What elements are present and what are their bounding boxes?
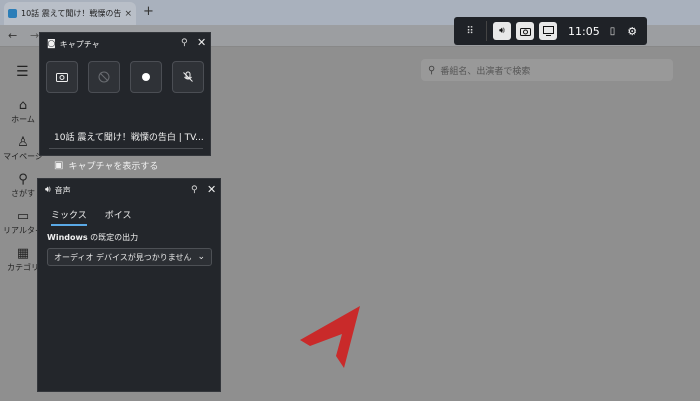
new-tab-button[interactable]: +: [143, 4, 154, 19]
show-captures-label: キャプチャを表示する: [68, 162, 159, 172]
show-captures-link[interactable]: ▣ キャプチャを表示する: [54, 159, 158, 172]
forward-button[interactable]: →: [30, 29, 39, 42]
output-device-value: オーディオ デバイスが見つかりません: [54, 252, 192, 262]
start-recording-button[interactable]: [130, 61, 162, 93]
back-button[interactable]: ←: [8, 29, 17, 42]
capture-panel-header: ◙ キャプチャ ⚲ ✕: [40, 33, 210, 55]
gallery-icon: ▣: [54, 160, 64, 171]
close-icon[interactable]: ✕: [207, 183, 216, 196]
camera-icon: [519, 27, 531, 36]
tab-mix[interactable]: ミックス: [51, 208, 87, 226]
output-label-rest: の既定の出力: [87, 233, 139, 242]
audio-panel: 🔊︎ 音声 ⚲ ✕ ミックス ボイス Windows の既定の出力 オーディオ …: [37, 178, 221, 392]
microphone-off-icon: [183, 71, 193, 82]
pin-icon[interactable]: ⚲: [181, 38, 188, 48]
capture-buttons: [46, 61, 214, 93]
tab-voice[interactable]: ボイス: [105, 208, 132, 226]
speaker-icon: 🔊︎: [45, 185, 51, 195]
capture-target-title: 10話 震えて聞け！戦慄の告白 | TV...: [54, 133, 204, 143]
game-bar: ⠿ 🔊︎ 11:05 ▯ ⚙: [454, 17, 647, 45]
pin-icon[interactable]: ⚲: [191, 185, 198, 195]
tab-favicon-icon: [8, 9, 17, 18]
close-icon[interactable]: ✕: [197, 36, 206, 49]
output-device-dropdown[interactable]: オーディオ デバイスが見つかりません ⌄: [47, 248, 212, 266]
capture-widget-button[interactable]: [516, 22, 534, 40]
microphone-toggle-button[interactable]: [172, 61, 204, 93]
no-history-icon: [98, 71, 110, 83]
tab-title: 10話 震えて聞け！戦慄の告白 | T: [21, 9, 122, 18]
screenshot-button[interactable]: [46, 61, 78, 93]
monitor-icon: [542, 26, 554, 36]
divider: [49, 148, 203, 149]
menu-icon[interactable]: ☰: [16, 64, 29, 80]
gear-icon[interactable]: ⚙: [627, 25, 637, 38]
output-label-bold: Windows: [47, 233, 88, 242]
record-last-30s-button[interactable]: [88, 61, 120, 93]
audio-tabs: ミックス ボイス: [51, 208, 149, 226]
browser-tab[interactable]: 10話 震えて聞け！戦慄の告白 | T ×: [4, 2, 136, 25]
search-icon: ⚲: [428, 64, 436, 76]
capture-panel: ◙ キャプチャ ⚲ ✕ 10話 震えて聞け！戦慄の告白 | TV... ▣ キャ…: [39, 32, 214, 172]
brand-logo: [300, 306, 360, 368]
search-input[interactable]: ⚲ 番組名、出演者で検索: [421, 59, 673, 81]
chevron-down-icon: ⌄: [197, 252, 205, 262]
performance-widget-button[interactable]: [539, 22, 557, 40]
divider: [486, 21, 487, 41]
clock: 11:05: [568, 24, 600, 38]
capture-panel-title: キャプチャ: [59, 39, 100, 49]
mouse-icon: ▯: [609, 25, 616, 37]
camera-icon: ◙: [47, 39, 56, 49]
search-placeholder: 番組名、出演者で検索: [440, 66, 531, 77]
widget-menu-icon[interactable]: ⠿: [460, 26, 480, 37]
record-icon: [142, 73, 150, 81]
tab-close-icon[interactable]: ×: [124, 9, 132, 19]
audio-panel-title: 音声: [54, 185, 71, 195]
audio-panel-header: 🔊︎ 音声 ⚲ ✕: [38, 179, 220, 201]
audio-widget-button[interactable]: 🔊︎: [493, 22, 511, 40]
default-output-label: Windows の既定の出力: [47, 232, 138, 243]
camera-icon: [56, 73, 68, 82]
